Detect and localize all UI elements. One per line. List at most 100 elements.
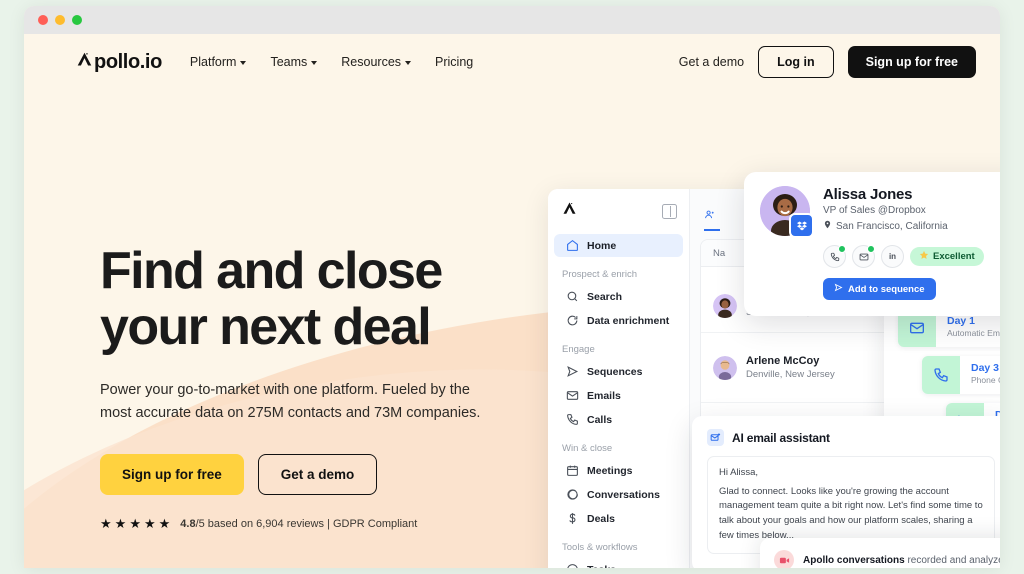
sidebar-item-calls[interactable]: Calls bbox=[554, 408, 683, 431]
conversations-card: Apollo conversations recorded and analyz… bbox=[760, 538, 1000, 568]
conversations-headline: Apollo conversations recorded and analyz… bbox=[803, 555, 1000, 566]
webpage: pollo.io Platform Teams Resources bbox=[24, 34, 1000, 568]
video-camera-icon bbox=[774, 550, 794, 568]
nav-item-teams-label: Teams bbox=[270, 55, 307, 69]
apollo-logo-text: pollo.io bbox=[94, 51, 162, 74]
verified-dot-icon bbox=[838, 245, 846, 253]
minimize-window-button[interactable] bbox=[55, 15, 65, 25]
add-to-sequence-button[interactable]: Add to sequence bbox=[823, 278, 936, 300]
nav-actions: Get a demo Log in Sign up for free bbox=[679, 46, 976, 78]
nav-get-a-demo-link[interactable]: Get a demo bbox=[679, 55, 744, 69]
star-icon: ★ bbox=[129, 517, 141, 530]
sidebar-item-sequences[interactable]: Sequences bbox=[554, 360, 683, 383]
table-column-name: Na bbox=[713, 248, 725, 259]
star-icon: ★ bbox=[100, 517, 112, 530]
sequence-step-day: Day 3 bbox=[971, 362, 1000, 374]
hero-get-a-demo-button[interactable]: Get a demo bbox=[258, 454, 378, 495]
sidebar-group-tools: Tools & workflows bbox=[548, 531, 689, 557]
star-icon: ★ bbox=[144, 517, 156, 530]
nav-item-resources[interactable]: Resources bbox=[341, 55, 411, 69]
hero-headline-line1: Find and close bbox=[100, 242, 442, 300]
person-icon bbox=[704, 209, 715, 223]
close-window-button[interactable] bbox=[38, 15, 48, 25]
add-to-sequence-label: Add to sequence bbox=[848, 284, 925, 295]
sidebar-group-prospect: Prospect & enrich bbox=[548, 258, 689, 284]
sidebar-item-meetings-label: Meetings bbox=[587, 465, 633, 477]
sequence-step-day: Day 1 bbox=[947, 315, 1000, 327]
apollo-a-icon bbox=[562, 201, 577, 221]
sidebar-item-deals-label: Deals bbox=[587, 513, 615, 525]
contact-location-row: San Francisco, California bbox=[823, 220, 948, 232]
contact-action-chips: in Excellent bbox=[823, 245, 1000, 268]
phone-verified-icon[interactable] bbox=[823, 245, 846, 268]
dropbox-icon bbox=[789, 213, 814, 238]
star-rating-icons: ★ ★ ★ ★ ★ bbox=[100, 517, 170, 530]
hero-signup-button[interactable]: Sign up for free bbox=[100, 454, 244, 495]
chevron-down-icon bbox=[405, 61, 411, 65]
dollar-icon bbox=[566, 512, 579, 525]
nav-item-platform-label: Platform bbox=[190, 55, 237, 69]
avatar bbox=[713, 294, 737, 318]
contact-detail-card: Alissa Jones VP of Sales @Dropbox San Fr… bbox=[744, 172, 1000, 316]
chevron-down-icon bbox=[311, 61, 317, 65]
status-badge-label: Excellent bbox=[933, 251, 975, 262]
email-verified-icon[interactable] bbox=[852, 245, 875, 268]
sidebar-group-engage: Engage bbox=[548, 333, 689, 359]
nav-item-pricing[interactable]: Pricing bbox=[435, 55, 473, 69]
nav-links: Platform Teams Resources Pricing bbox=[190, 55, 473, 69]
screenshot-root: pollo.io Platform Teams Resources bbox=[0, 0, 1024, 574]
send-icon bbox=[566, 365, 579, 378]
refresh-icon bbox=[566, 314, 579, 327]
ai-card-header: AI email assistant bbox=[707, 429, 995, 446]
sidebar-item-sequences-label: Sequences bbox=[587, 366, 642, 378]
sidebar-item-search[interactable]: Search bbox=[554, 285, 683, 308]
sidebar-item-tasks[interactable]: Tasks bbox=[554, 558, 683, 568]
tab-people[interactable] bbox=[704, 209, 720, 231]
product-screenshot-mockup: ations bbox=[548, 152, 1000, 568]
sequence-step-text: Day 3 Phone Call bbox=[960, 356, 1000, 394]
verified-dot-icon bbox=[867, 245, 875, 253]
hero-headline: Find and close your next deal bbox=[100, 244, 540, 355]
sequence-step[interactable]: Day 3 Phone Call bbox=[922, 356, 1000, 394]
linkedin-icon[interactable]: in bbox=[881, 245, 904, 268]
sidebar-item-conversations[interactable]: Conversations bbox=[554, 483, 683, 506]
status-badge: Excellent bbox=[910, 247, 984, 266]
conversations-headline-rest: recorded and analyzed a me bbox=[905, 555, 1000, 566]
linkedin-label: in bbox=[889, 252, 896, 261]
nav-item-platform[interactable]: Platform bbox=[190, 55, 247, 69]
sidebar-item-data-enrichment[interactable]: Data enrichment bbox=[554, 309, 683, 332]
search-icon bbox=[566, 290, 579, 303]
envelope-icon bbox=[566, 389, 579, 402]
sidebar-item-emails-label: Emails bbox=[587, 390, 621, 402]
ai-email-icon bbox=[707, 429, 724, 446]
sidebar-item-home[interactable]: Home bbox=[554, 234, 683, 257]
hero-rating: ★ ★ ★ ★ ★ 4.8/5 based on 6,904 reviews |… bbox=[100, 517, 540, 530]
rating-value: 4.8 bbox=[180, 518, 195, 530]
site-navbar: pollo.io Platform Teams Resources bbox=[24, 34, 1000, 90]
sidebar-item-tasks-label: Tasks bbox=[587, 564, 616, 569]
ai-email-greeting: Hi Alissa, bbox=[719, 466, 983, 481]
contact-name: Arlene McCoy bbox=[746, 355, 835, 367]
apollo-logo[interactable]: pollo.io bbox=[76, 51, 162, 74]
nav-item-teams[interactable]: Teams bbox=[270, 55, 317, 69]
sequence-step-kind: Phone Call bbox=[971, 375, 1000, 385]
star-icon: ★ bbox=[115, 517, 127, 530]
browser-chrome-bar bbox=[24, 6, 1000, 34]
signup-button-nav[interactable]: Sign up for free bbox=[848, 46, 976, 78]
calendar-icon bbox=[566, 464, 579, 477]
maximize-window-button[interactable] bbox=[72, 15, 82, 25]
phone-icon bbox=[922, 356, 960, 394]
contact-role: VP of Sales @Dropbox bbox=[823, 205, 948, 216]
conversations-headline-bold: Apollo conversations bbox=[803, 555, 905, 566]
sidebar-item-meetings[interactable]: Meetings bbox=[554, 459, 683, 482]
check-circle-icon bbox=[566, 563, 579, 568]
sidebar-item-search-label: Search bbox=[587, 291, 622, 303]
phone-icon bbox=[566, 413, 579, 426]
login-button[interactable]: Log in bbox=[758, 46, 834, 78]
collapse-panel-icon[interactable] bbox=[662, 204, 677, 219]
sidebar-item-deals[interactable]: Deals bbox=[554, 507, 683, 530]
sidebar-group-win-close: Win & close bbox=[548, 432, 689, 458]
apollo-mark-icon bbox=[76, 51, 94, 74]
contact-location: San Francisco, California bbox=[836, 221, 948, 232]
sidebar-item-emails[interactable]: Emails bbox=[554, 384, 683, 407]
